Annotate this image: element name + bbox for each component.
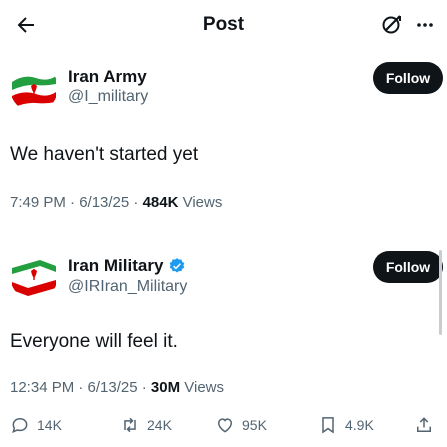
post-timestamp[interactable]: 12:34 PM · 6/13/25 · xyxy=(10,379,151,396)
share-icon xyxy=(417,417,431,432)
reply-count: 14K xyxy=(37,417,62,433)
post-meta: 7:49 PM · 6/13/25 · 484K Views xyxy=(10,194,222,211)
user-handle[interactable]: @I_military xyxy=(68,88,148,106)
repost-button[interactable]: 24K xyxy=(120,405,172,445)
bookmark-button[interactable]: 4.9K xyxy=(318,405,374,445)
verified-badge-icon xyxy=(170,258,185,273)
bookmark-icon xyxy=(322,417,334,434)
scrollbar[interactable] xyxy=(439,250,442,335)
post-meta: 12:34 PM · 6/13/25 · 30M Views xyxy=(10,379,224,396)
follow-button[interactable]: Follow xyxy=(373,62,443,94)
post-text: We haven't started yet xyxy=(10,144,199,165)
avatar[interactable] xyxy=(10,64,58,112)
top-bar: Post xyxy=(0,0,447,52)
view-count: 484K xyxy=(142,194,179,211)
reply-icon xyxy=(12,417,28,433)
like-count: 95K xyxy=(242,417,267,433)
name-row: Iran Army xyxy=(68,67,147,87)
view-count: 30M xyxy=(150,379,181,396)
display-name[interactable]: Iran Military xyxy=(68,256,163,276)
user-handle[interactable]: @IRIran_Military xyxy=(68,278,187,296)
display-name[interactable]: Iran Army xyxy=(68,67,147,87)
grok-icon[interactable] xyxy=(380,12,404,36)
post-text: Everyone will feel it. xyxy=(10,331,178,352)
repost-count: 24K xyxy=(147,417,172,433)
like-button[interactable]: 95K xyxy=(215,405,267,445)
views-label: Views xyxy=(178,194,223,211)
share-button[interactable] xyxy=(414,405,434,445)
post-timestamp[interactable]: 7:49 PM · 6/13/25 · xyxy=(10,194,143,211)
repost-icon xyxy=(124,417,136,433)
avatar[interactable] xyxy=(10,252,58,300)
more-icon[interactable] xyxy=(413,13,437,37)
reply-button[interactable]: 14K xyxy=(10,405,62,445)
name-row: Iran Military xyxy=(68,256,186,276)
bookmark-count: 4.9K xyxy=(345,417,374,433)
views-label: Views xyxy=(180,379,225,396)
action-bar: 14K 24K 95K 4.9K xyxy=(0,405,447,445)
like-icon xyxy=(217,418,233,433)
follow-button[interactable]: Follow xyxy=(373,251,443,283)
